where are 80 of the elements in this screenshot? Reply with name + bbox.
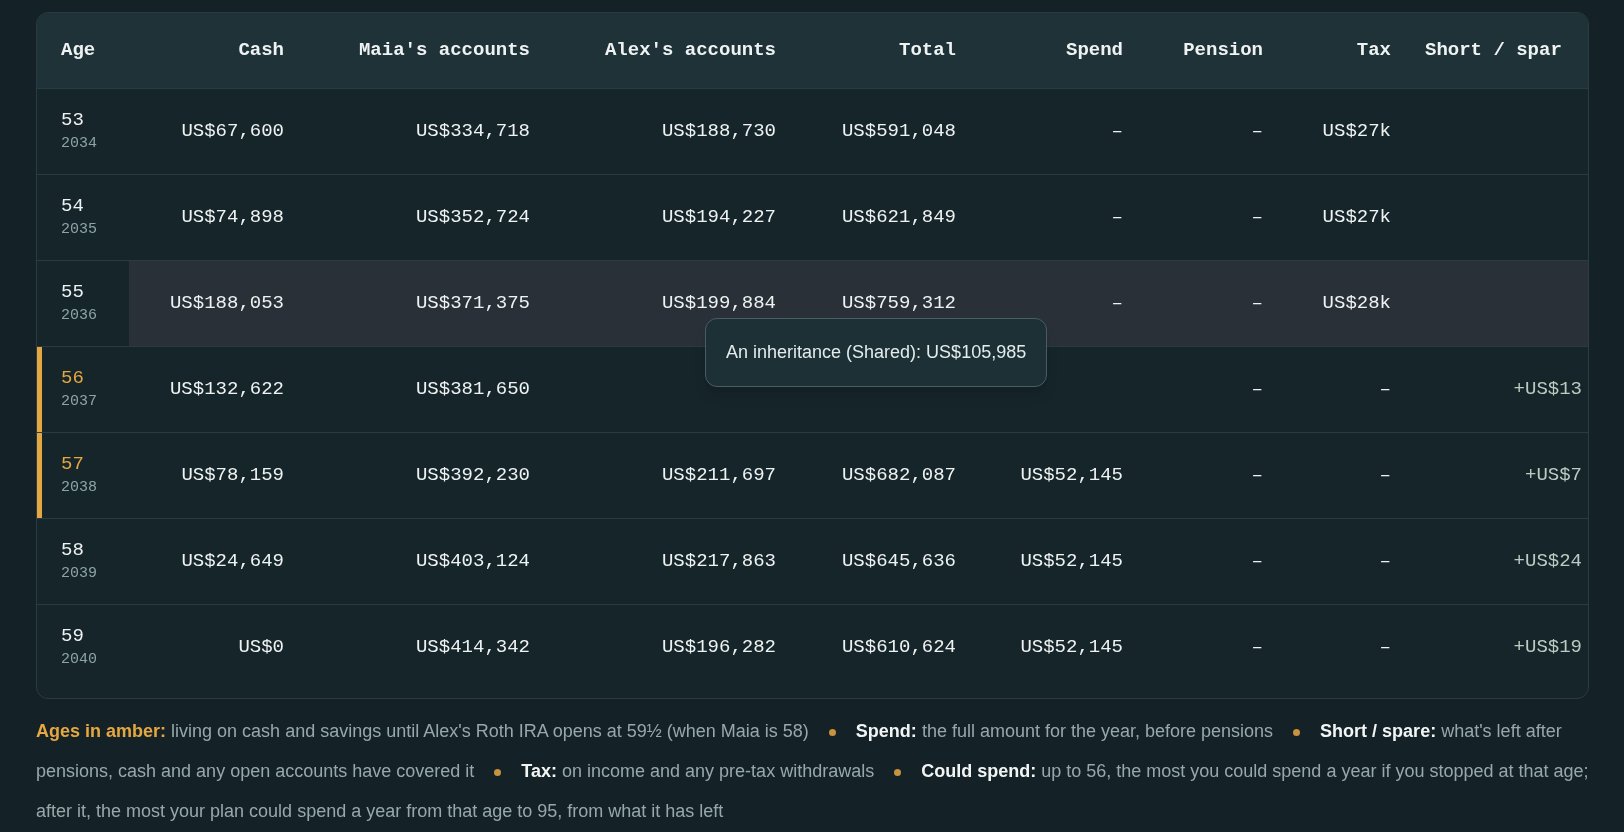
table-cell-text: +US$7 <box>1525 463 1582 489</box>
table-cell-text: US$52,145 <box>1020 635 1123 661</box>
table-cell-text: US$645,636 <box>841 549 956 575</box>
table-cell-text: US$621,849 <box>841 205 956 231</box>
table-cell-text: US$334,718 <box>415 119 530 145</box>
table-cell-text: US$381,650 <box>415 377 530 403</box>
table-cell-text: US$211,697 <box>661 463 776 489</box>
table-cell-text: – <box>1251 291 1263 317</box>
table-cell-text: US$196,282 <box>661 635 776 661</box>
table-cell-text: – <box>1379 635 1391 661</box>
table-row[interactable]: 55 2036 US$188,053 US$371,375 US$199,884 US$759,312 – – US$28k <box>37 260 1588 346</box>
table-cell-text: +US$13 <box>1513 377 1582 403</box>
column-header: Pension <box>1182 38 1263 64</box>
column-header: Age <box>60 38 97 64</box>
year-value: 2035 <box>61 219 98 240</box>
table-cell-text: US$591,048 <box>841 119 956 145</box>
table-cell-text: US$28k <box>1322 291 1391 317</box>
age-value: 57 <box>61 451 85 476</box>
table-cell-text: US$27k <box>1322 119 1391 145</box>
table-cell-text: – <box>1251 635 1263 661</box>
table-cell-text: – <box>1379 377 1391 403</box>
table-cell-text: US$352,724 <box>415 205 530 231</box>
age-value: 56 <box>61 365 85 390</box>
table-cell-text: US$188,730 <box>661 119 776 145</box>
column-header: Spend <box>1065 38 1123 64</box>
table-cell-text: – <box>1251 463 1263 489</box>
age-value: 59 <box>61 623 85 648</box>
table-row[interactable]: 53 2034 US$67,600 US$334,718 US$188,730 US$591,048 – – US$27k <box>37 88 1588 174</box>
year-value: 2034 <box>61 133 98 154</box>
column-header: Short / spar <box>1424 38 1563 64</box>
table-cell-text: – <box>1111 291 1123 317</box>
table-cell-text: – <box>1251 377 1263 403</box>
year-value: 2038 <box>61 477 98 498</box>
table-cell-text: +US$24 <box>1513 549 1582 575</box>
table-cell-text: US$371,375 <box>415 291 530 317</box>
year-value: 2039 <box>61 563 98 584</box>
column-header: Alex's accounts <box>603 38 776 64</box>
table-cell-text: US$0 <box>238 635 284 661</box>
table-cell-text: US$199,884 <box>661 291 776 317</box>
column-header: Total <box>898 38 956 64</box>
table-cell-text: – <box>1111 205 1123 231</box>
age-value: 54 <box>61 193 85 218</box>
table-cell-text: US$403,124 <box>415 549 530 575</box>
legend-text: Ages in amber: living on cash and savings until Alex's Roth IRA opens at 59½ (when Maia is 58) Spend: the full amount for the year, before pensions Short / spare: what's left after pensions, cash and any open accounts have covered it Tax: on income and any pre-tax withdrawals Could spend: up to 56, the most you could spend a year if you stopped at that age; after it, the most your plan could spend a year from that age to 95, from what it has left <box>36 720 1589 823</box>
table-cell-text: US$610,624 <box>841 635 956 661</box>
table-cell-text: – <box>1111 119 1123 145</box>
tooltip: An inheritance (Shared): US$105,985 <box>705 318 1048 387</box>
table-cell-text: US$682,087 <box>841 463 956 489</box>
table-cell-text: – <box>1251 205 1263 231</box>
table-cell-text: – <box>1379 549 1391 575</box>
table-cell-text: – <box>1379 463 1391 489</box>
age-value: 58 <box>61 537 85 562</box>
age-value: 53 <box>61 107 85 132</box>
table-cell-text: US$132,622 <box>169 377 284 403</box>
column-header: Tax <box>1355 38 1391 64</box>
year-value: 2040 <box>61 649 98 670</box>
table-cell-text: US$188,053 <box>169 291 284 317</box>
table-cell-text: US$414,342 <box>415 635 530 661</box>
table-row[interactable]: 58 2039 US$24,649 US$403,124 US$217,863 US$645,636 US$52,145 – – +US$24 <box>37 518 1588 604</box>
table-cell-text: US$27k <box>1322 205 1391 231</box>
year-value: 2036 <box>61 305 98 326</box>
table-cell-text: US$24,649 <box>181 549 284 575</box>
table-cell-text: US$194,227 <box>661 205 776 231</box>
table-cell-text: US$392,230 <box>415 463 530 489</box>
table-cell-text: – <box>1251 119 1263 145</box>
column-header: Cash <box>237 38 284 64</box>
table-cell-text: – <box>1251 549 1263 575</box>
table-cell-text: US$74,898 <box>181 205 284 231</box>
table-cell-text: US$52,145 <box>1020 463 1123 489</box>
table-cell-text: US$217,863 <box>661 549 776 575</box>
table-cell-text: US$759,312 <box>841 291 956 317</box>
table-cell-text: US$67,600 <box>181 119 284 145</box>
column-header: Maia's accounts <box>357 38 530 64</box>
table-cell-text: US$52,145 <box>1020 549 1123 575</box>
year-value: 2037 <box>61 391 98 412</box>
age-value: 55 <box>61 279 85 304</box>
table-row[interactable]: 57 2038 US$78,159 US$392,230 US$211,697 US$682,087 US$52,145 – – +US$7 <box>37 432 1588 518</box>
table-cell-text: US$78,159 <box>181 463 284 489</box>
table-cell-text: +US$19 <box>1513 635 1582 661</box>
table-row[interactable]: 59 2040 US$0 US$414,342 US$196,282 US$610,624 US$52,145 – – +US$19 <box>37 604 1588 690</box>
